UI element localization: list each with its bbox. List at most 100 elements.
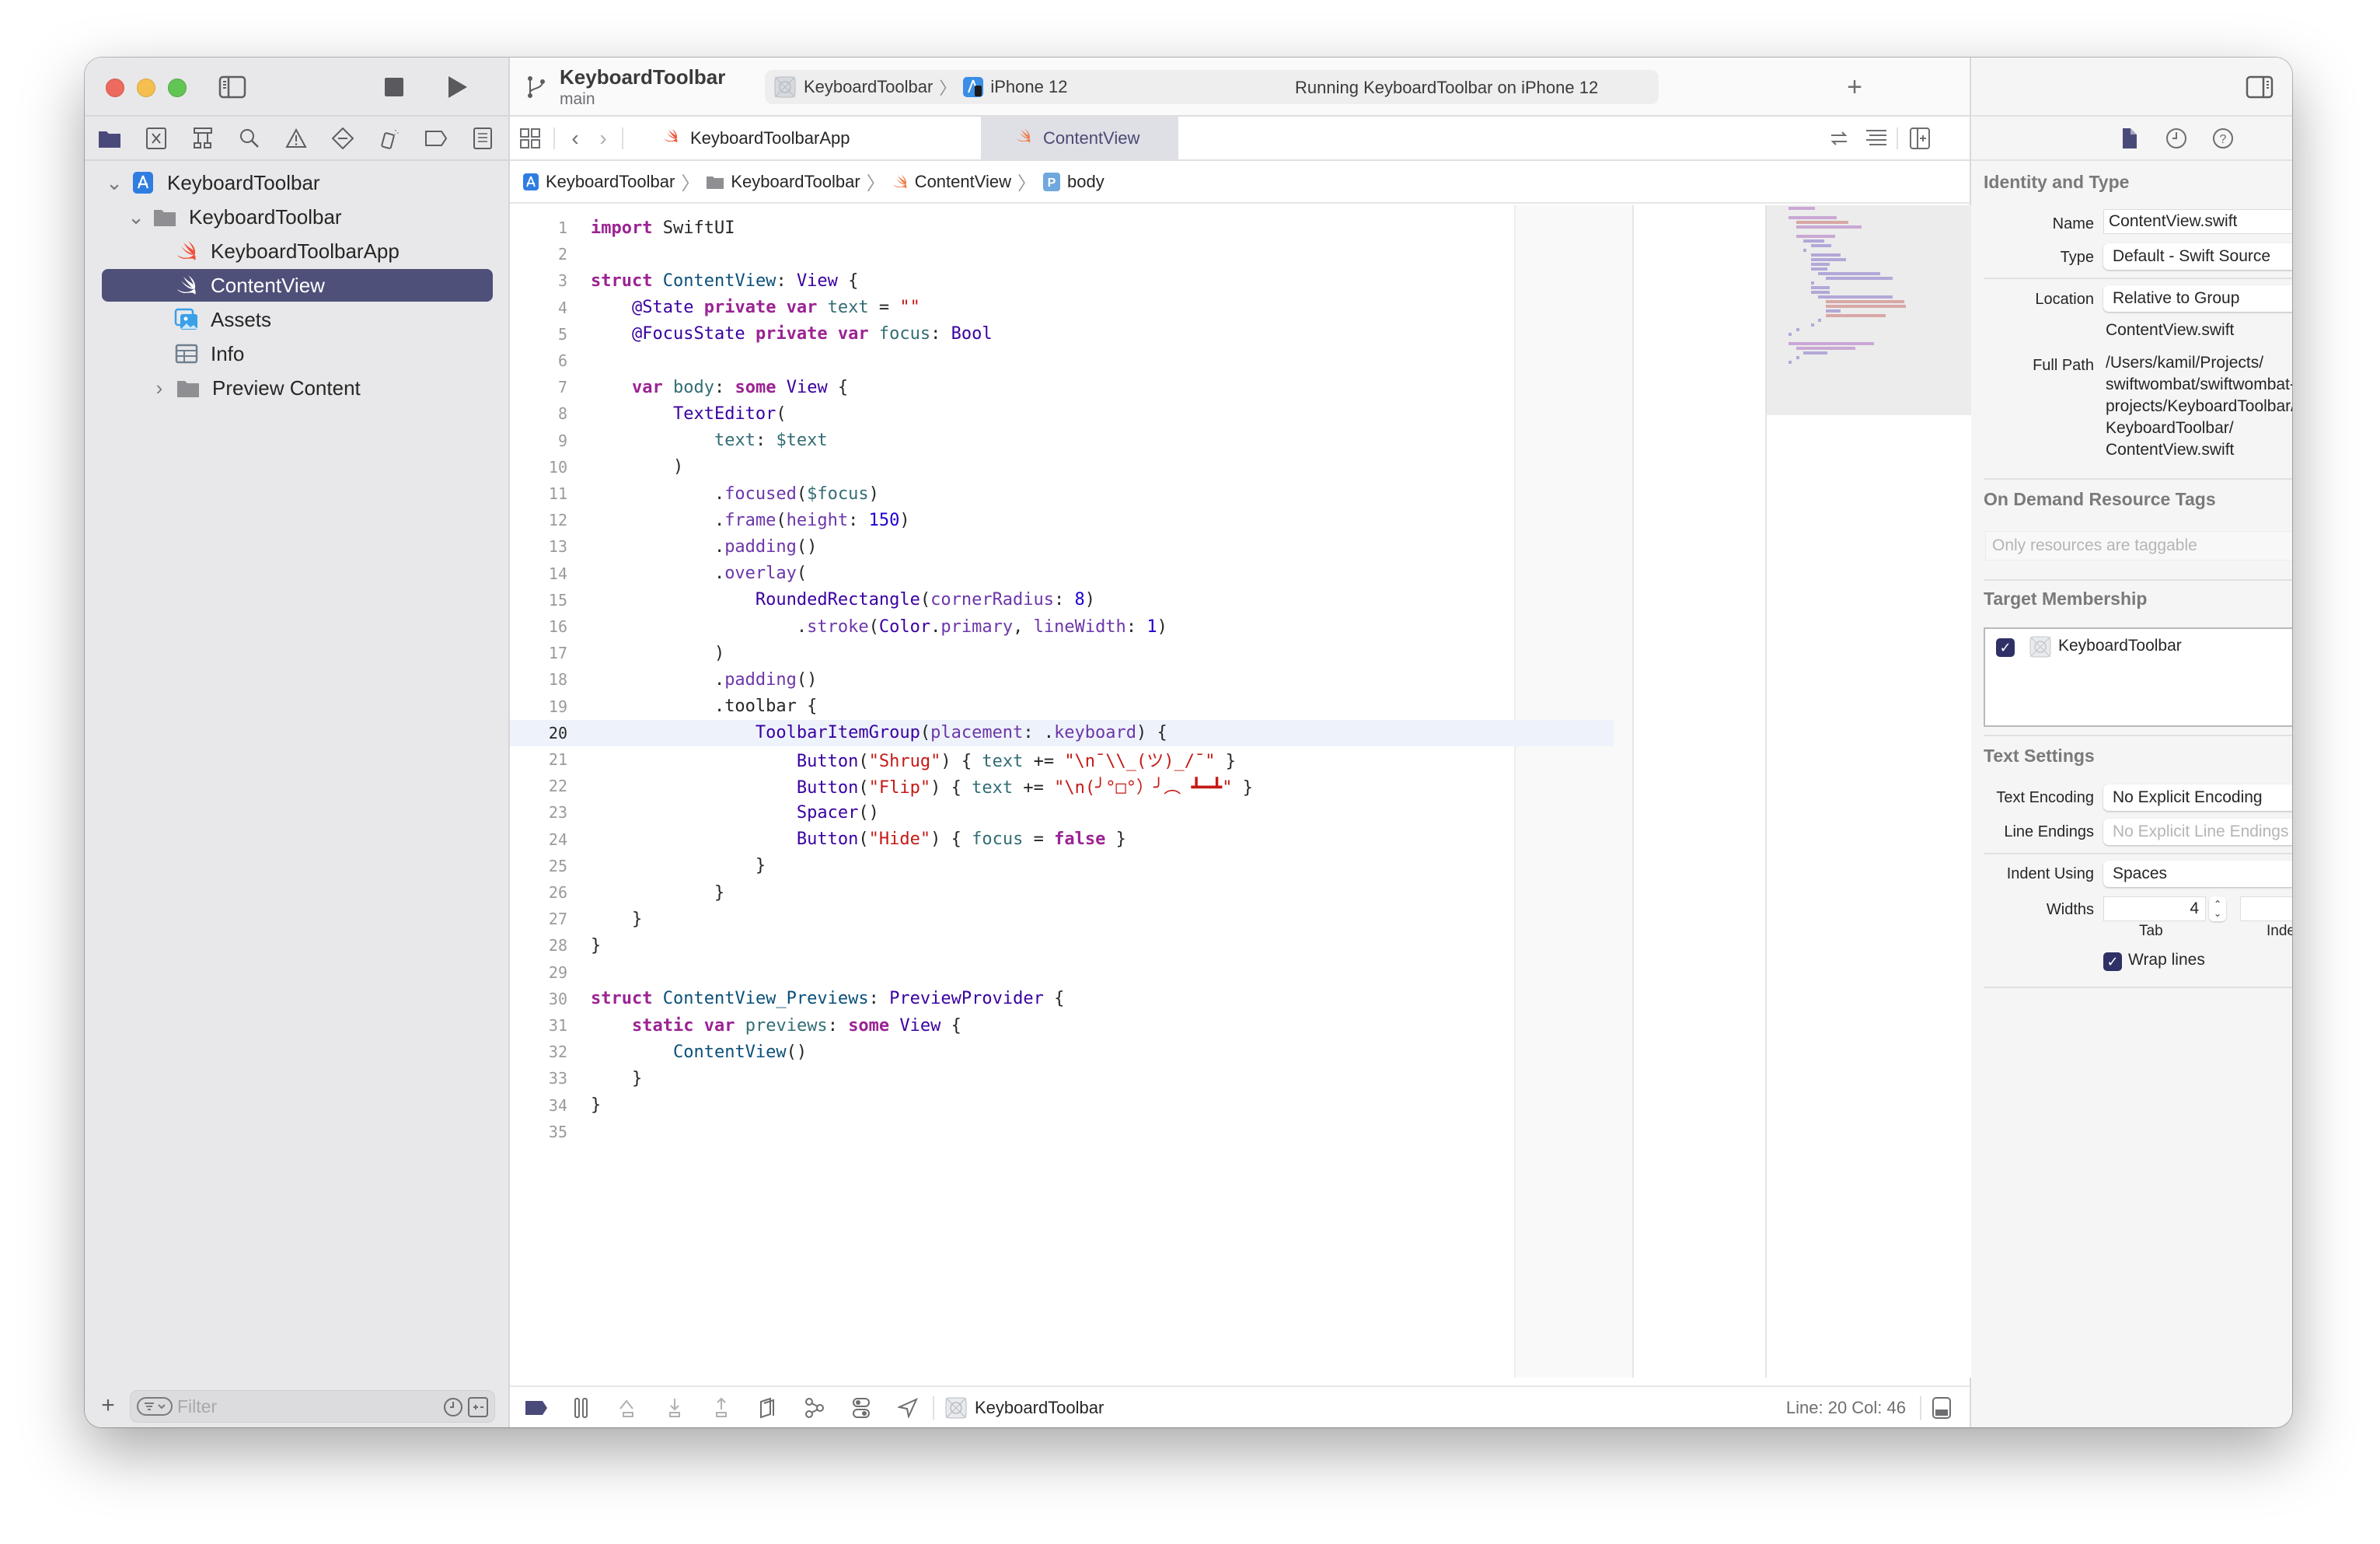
line-number[interactable]: 10 xyxy=(510,458,567,477)
code-line[interactable]: 31 static var previews: some View { xyxy=(510,1012,1614,1039)
minimize-window-button[interactable] xyxy=(137,79,155,97)
breakpoint-navigator-icon[interactable] xyxy=(421,123,452,154)
odr-tags-field[interactable]: Only resources are taggable xyxy=(1985,531,2292,561)
line-number[interactable]: 12 xyxy=(510,511,567,529)
view-debugger-icon[interactable] xyxy=(752,1392,783,1423)
file-inspector-icon[interactable] xyxy=(2114,123,2145,154)
code-line[interactable]: 22 Button("Flip") { text += "\n(╯°□°）╯︵ … xyxy=(510,773,1614,799)
line-number[interactable]: 20 xyxy=(510,724,567,742)
text-encoding-popup[interactable]: No Explicit Encoding ⌃⌄ xyxy=(2103,784,2292,811)
quick-help-icon[interactable]: ? xyxy=(2207,123,2239,154)
line-number[interactable]: 2 xyxy=(510,245,567,264)
line-number[interactable]: 35 xyxy=(510,1123,567,1141)
line-number[interactable]: 30 xyxy=(510,990,567,1008)
issue-navigator-icon[interactable] xyxy=(281,123,312,154)
toggle-inspector-icon[interactable] xyxy=(2244,72,2275,103)
history-inspector-icon[interactable] xyxy=(2161,123,2192,154)
code-line[interactable]: 27 } xyxy=(510,906,1614,932)
toggle-navigator-icon[interactable] xyxy=(217,72,248,103)
debug-target-label[interactable]: KeyboardToolbar xyxy=(975,1398,1104,1418)
chevron-down-icon[interactable]: ⌄ xyxy=(105,171,124,194)
code-line[interactable]: 11 .focused($focus) xyxy=(510,480,1614,507)
line-number[interactable]: 21 xyxy=(510,750,567,769)
tab-keyboardtoolbarapp[interactable]: KeyboardToolbarApp xyxy=(640,117,871,159)
code-line[interactable]: 3 struct ContentView: View { xyxy=(510,267,1614,294)
step-into-icon[interactable] xyxy=(659,1392,690,1423)
line-number[interactable]: 3 xyxy=(510,271,567,290)
code-line[interactable]: 6 xyxy=(510,348,1614,374)
run-target[interactable]: KeyboardToolbar xyxy=(804,77,933,97)
line-number[interactable]: 14 xyxy=(510,564,567,583)
code-line[interactable]: 19 .toolbar { xyxy=(510,693,1614,720)
test-navigator-icon[interactable] xyxy=(327,123,358,154)
indent-using-popup[interactable]: Spaces ⌃⌄ xyxy=(2103,861,2292,887)
forward-icon[interactable]: › xyxy=(588,123,619,154)
code-line[interactable]: 17 ) xyxy=(510,640,1614,666)
line-number[interactable]: 23 xyxy=(510,803,567,822)
tree-item-preview-content[interactable]: › Preview Content xyxy=(150,372,500,404)
pause-icon[interactable] xyxy=(566,1392,597,1423)
line-number[interactable]: 34 xyxy=(510,1096,567,1115)
line-number[interactable]: 11 xyxy=(510,484,567,503)
indent-width-field[interactable]: 4 xyxy=(2240,896,2292,921)
run-device[interactable]: iPhone 12 xyxy=(990,77,1067,97)
line-number[interactable]: 22 xyxy=(510,777,567,795)
filter-input[interactable]: Filter xyxy=(130,1390,495,1423)
run-icon[interactable] xyxy=(442,72,473,103)
location-popup[interactable]: Relative to Group ⌃⌄ xyxy=(2103,285,2292,312)
line-number[interactable]: 32 xyxy=(510,1043,567,1061)
split-editor-icon[interactable] xyxy=(1904,123,1935,154)
line-number[interactable]: 9 xyxy=(510,431,567,450)
code-line[interactable]: 1 import SwiftUI xyxy=(510,215,1614,241)
add-icon[interactable]: + xyxy=(96,1392,120,1418)
find-navigator-icon[interactable] xyxy=(234,123,265,154)
code-line[interactable]: 28} xyxy=(510,932,1614,959)
line-number[interactable]: 25 xyxy=(510,857,567,875)
code-line[interactable]: 2 xyxy=(510,241,1614,267)
code-line[interactable]: 32 ContentView() xyxy=(510,1039,1614,1065)
code-line[interactable]: 30 struct ContentView_Previews: PreviewPr… xyxy=(510,986,1614,1012)
source-control-navigator-icon[interactable] xyxy=(141,123,172,154)
code-line[interactable]: 4 @State private var text = "" xyxy=(510,295,1614,321)
code-line[interactable]: 9 text: $text xyxy=(510,428,1614,454)
code-line[interactable]: 29 xyxy=(510,959,1614,986)
line-number[interactable]: 31 xyxy=(510,1016,567,1035)
line-number[interactable]: 24 xyxy=(510,830,567,849)
line-number[interactable]: 26 xyxy=(510,883,567,902)
line-number[interactable]: 29 xyxy=(510,963,567,982)
close-window-button[interactable] xyxy=(106,79,124,97)
line-number[interactable]: 33 xyxy=(510,1069,567,1088)
source-editor[interactable]: 1 import SwiftUI 2 3 struct ContentView: Vie… xyxy=(510,205,1971,1378)
target-checkbox[interactable]: ✓ xyxy=(1996,638,2015,657)
code-line[interactable]: 25 } xyxy=(510,853,1614,879)
symbol-navigator-icon[interactable] xyxy=(187,123,218,154)
source-control-filter-icon[interactable] xyxy=(468,1397,488,1417)
chevron-right-icon[interactable]: › xyxy=(150,376,169,400)
breadcrumb-group[interactable]: KeyboardToolbar 〉 xyxy=(706,168,891,195)
type-popup[interactable]: Default - Swift Source ⌃⌄ xyxy=(2103,243,2292,270)
line-number[interactable]: 27 xyxy=(510,910,567,928)
code-line[interactable]: 8 TextEditor( xyxy=(510,400,1614,427)
line-number[interactable]: 28 xyxy=(510,936,567,955)
tab-contentview[interactable]: ContentView xyxy=(981,117,1178,159)
code-line[interactable]: 33 } xyxy=(510,1065,1614,1092)
memory-graph-icon[interactable] xyxy=(799,1392,830,1423)
breadcrumb-project[interactable]: KeyboardToolbar 〉 xyxy=(522,168,706,195)
code-line[interactable]: 21 Button("Shrug") { text += "\n¯\\_(ツ)_… xyxy=(510,746,1614,773)
code-line[interactable]: 18 .padding() xyxy=(510,666,1614,693)
back-icon[interactable]: ‹ xyxy=(560,123,591,154)
step-over-icon[interactable] xyxy=(612,1392,644,1423)
line-endings-popup[interactable]: No Explicit Line Endings ⌃⌄ xyxy=(2103,819,2292,845)
report-navigator-icon[interactable] xyxy=(467,123,498,154)
minimap[interactable] xyxy=(1765,205,1971,1378)
line-number[interactable]: 5 xyxy=(510,325,567,344)
code-line[interactable]: 23 Spacer() xyxy=(510,799,1614,826)
breadcrumb-symbol[interactable]: P body xyxy=(1042,172,1105,192)
tab-width-stepper[interactable]: ⌃ ⌄ xyxy=(2209,896,2226,921)
code-line[interactable]: 35 xyxy=(510,1119,1614,1145)
scheme-name[interactable]: KeyboardToolbar xyxy=(560,65,725,89)
environment-overrides-icon[interactable] xyxy=(846,1392,877,1423)
code-line[interactable]: 5 @FocusState private var focus: Bool xyxy=(510,321,1614,348)
add-library-icon[interactable]: + xyxy=(1839,72,1870,103)
code-review-icon[interactable] xyxy=(1823,123,1855,154)
